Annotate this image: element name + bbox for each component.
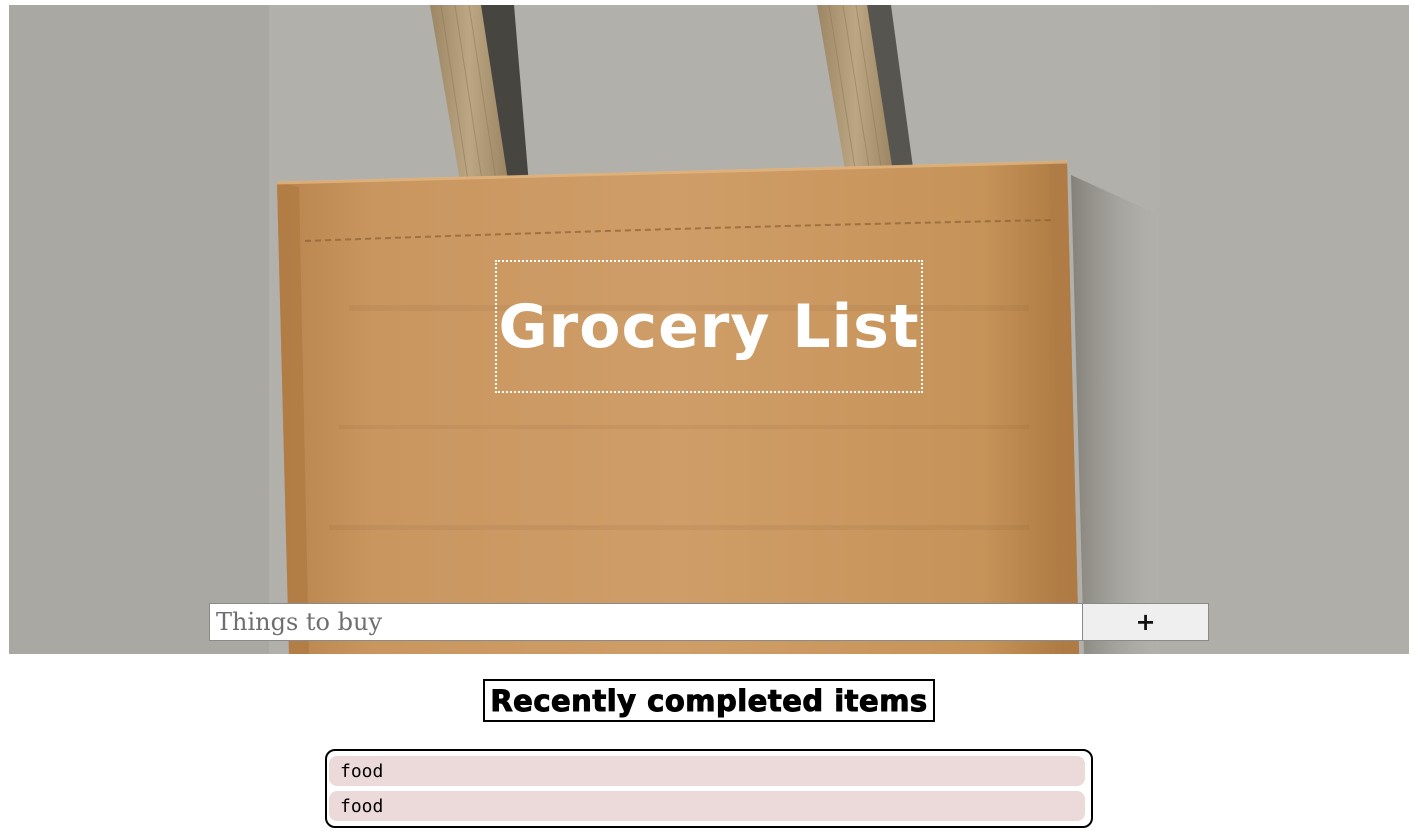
completed-items-heading: Recently completed items [483, 679, 935, 722]
title-frame: Grocery List [495, 260, 923, 393]
completed-list-item[interactable]: food [329, 791, 1085, 821]
page-title: Grocery List [498, 291, 920, 362]
add-item-button[interactable]: + [1082, 603, 1209, 641]
hero-banner: Grocery List + [9, 5, 1409, 654]
item-input[interactable] [209, 603, 1082, 641]
completed-items-list: food food [325, 749, 1093, 828]
completed-list-item[interactable]: food [329, 756, 1085, 786]
add-item-form: + [209, 603, 1209, 641]
